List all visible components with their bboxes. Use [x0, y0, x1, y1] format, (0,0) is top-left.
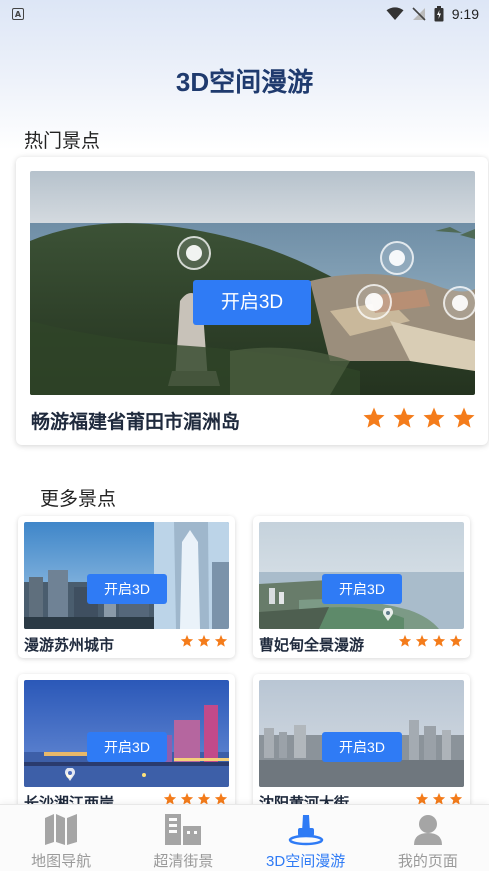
star-icon [423, 407, 445, 428]
hot-attraction-image: 开启3D [30, 171, 475, 395]
status-bar: A 9:19 [0, 0, 489, 28]
open-3d-button[interactable]: 开启3D [87, 732, 167, 762]
star-icon [398, 634, 412, 647]
panorama-hotspot[interactable] [177, 236, 211, 270]
open-3d-button[interactable]: 开启3D [193, 280, 311, 325]
nav-label: 我的页面 [397, 853, 458, 870]
star-icon [363, 407, 385, 428]
attraction-card-changsha[interactable]: 开启3D 长沙湘江两岸 [18, 674, 235, 816]
star-icon [432, 634, 446, 647]
bottom-navigation: 地图导航 超清街景 3D空间漫游 我的页面 [0, 804, 489, 871]
open-3d-button[interactable]: 开启3D [87, 574, 167, 604]
wifi-icon [386, 7, 404, 20]
hot-attraction-card[interactable]: 开启3D 畅游福建省莆田市湄洲岛 [16, 157, 488, 445]
location-pin-icon [383, 608, 393, 621]
attraction-name: 漫游苏州城市 [24, 637, 115, 654]
map-icon [45, 814, 78, 845]
battery-icon [434, 6, 444, 22]
hot-section-title: 热门景点 [24, 131, 101, 152]
panorama-hotspot[interactable] [443, 286, 475, 320]
attraction-image: 开启3D [24, 680, 229, 787]
star-icon [453, 407, 475, 428]
more-section-title: 更多景点 [40, 489, 117, 510]
attraction-name: 曹妃甸全景漫游 [259, 637, 365, 654]
status-time: 9:19 [451, 6, 479, 22]
star-icon [180, 634, 194, 647]
panorama-hotspot[interactable] [380, 241, 414, 275]
attraction-image: 开启3D [259, 680, 464, 787]
roaming-icon [288, 815, 323, 846]
nav-item-3d-roaming[interactable]: 3D空间漫游 [245, 805, 367, 871]
star-icon [449, 634, 463, 647]
rating-stars [180, 634, 228, 648]
attraction-card-suzhou[interactable]: 开启3D 漫游苏州城市 [18, 516, 235, 658]
nav-label: 3D空间漫游 [266, 853, 346, 870]
attraction-image: 开启3D [24, 522, 229, 629]
panorama-hotspot[interactable] [356, 284, 392, 320]
nav-item-profile[interactable]: 我的页面 [367, 805, 489, 871]
building-icon [165, 814, 202, 845]
page-title: 3D空间漫游 [175, 67, 314, 97]
attraction-image: 开启3D [259, 522, 464, 629]
nav-item-street-view[interactable]: 超清街景 [122, 805, 244, 871]
star-icon [214, 634, 228, 647]
user-icon [413, 815, 442, 845]
open-3d-button[interactable]: 开启3D [322, 574, 402, 604]
open-3d-button[interactable]: 开启3D [322, 732, 402, 762]
attraction-card-shenyang[interactable]: 开启3D 沈阳黄河大街 [253, 674, 470, 816]
attraction-card-caofeidian[interactable]: 开启3D 曹妃甸全景漫游 [253, 516, 470, 658]
rating-stars [398, 634, 463, 648]
nav-label: 超清街景 [153, 853, 214, 870]
star-icon [197, 634, 211, 647]
nav-label: 地图导航 [31, 853, 92, 870]
star-icon [393, 407, 415, 428]
rating-stars [362, 406, 476, 430]
hot-attraction-name: 畅游福建省莆田市湄洲岛 [31, 412, 241, 433]
nav-item-map[interactable]: 地图导航 [0, 805, 122, 871]
notification-a-icon: A [12, 8, 24, 20]
star-icon [415, 634, 429, 647]
no-signal-icon [412, 7, 426, 21]
location-pin-icon [65, 768, 75, 781]
